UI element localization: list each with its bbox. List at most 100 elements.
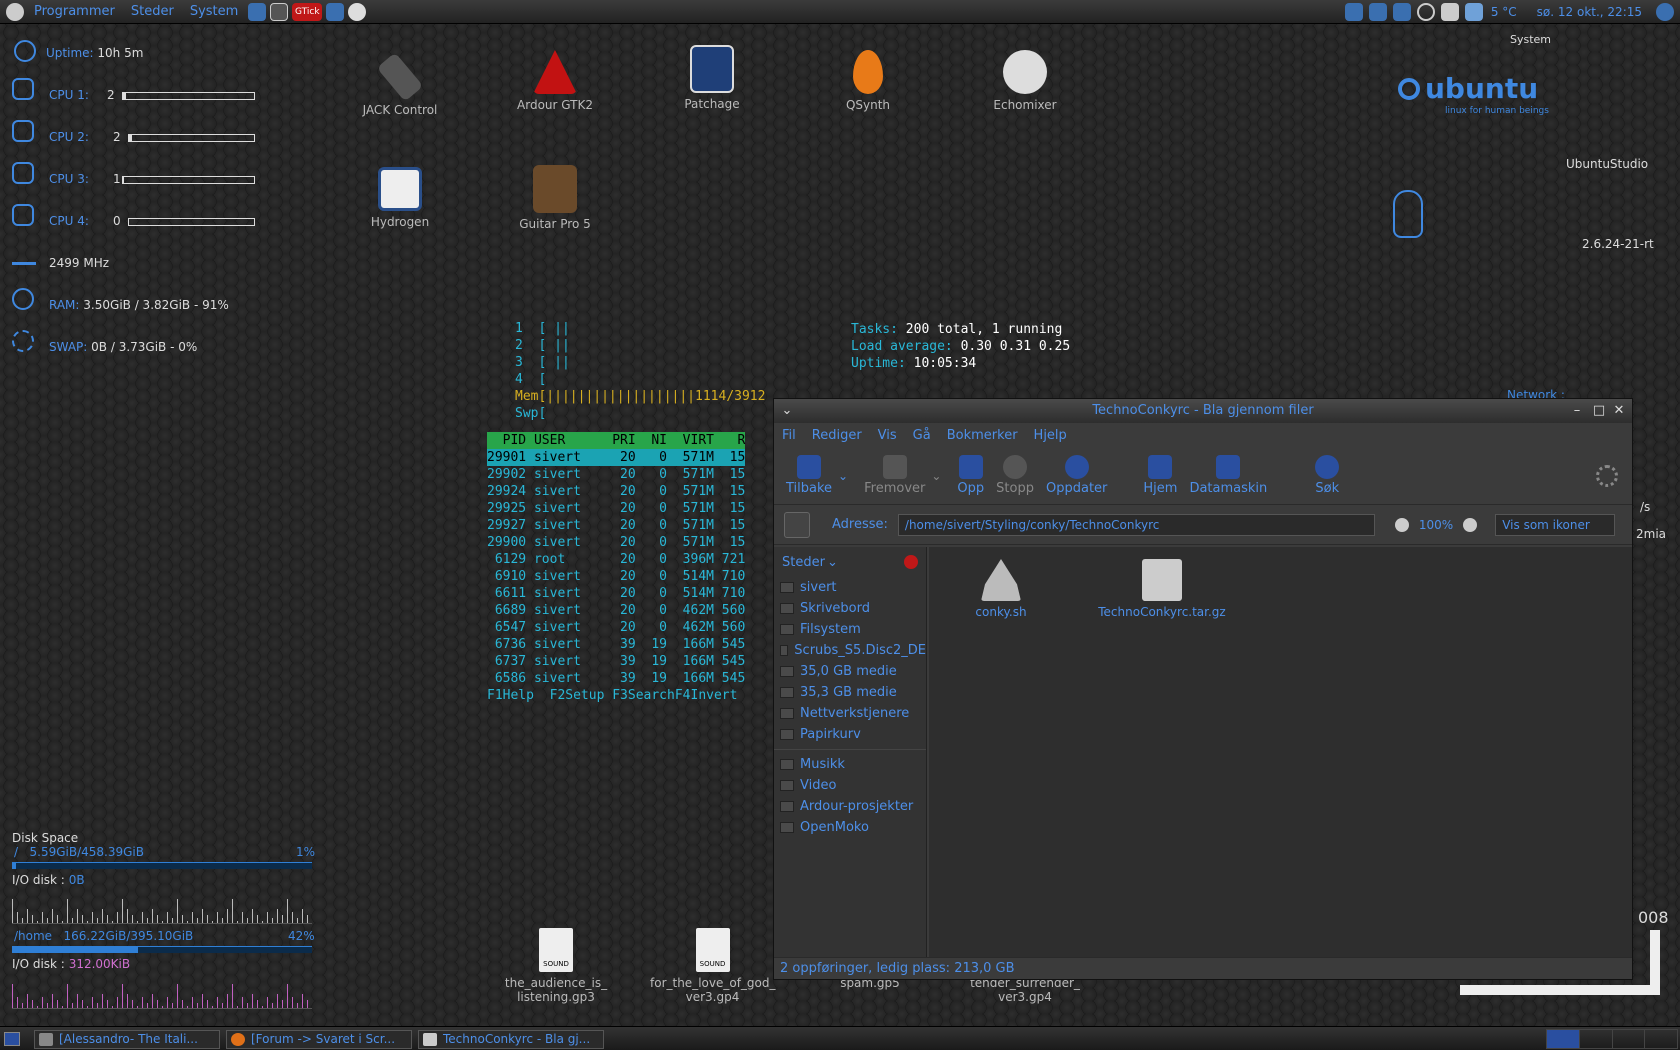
stop-button[interactable]: Stopp	[990, 455, 1040, 496]
echomixer-launcher-icon[interactable]	[348, 2, 367, 21]
menu-file[interactable]: Fil	[782, 428, 796, 443]
htop-process-row[interactable]: 29901 sivert 20 0 571M 15	[487, 449, 745, 466]
desktop-icon-ardour[interactable]: Ardour GTK2	[495, 50, 615, 112]
menu-help[interactable]: Hjelp	[1034, 428, 1067, 443]
sidebar-bookmark-item[interactable]: Ardour-prosjekter	[774, 796, 926, 817]
htop-process-row[interactable]: 29927 sivert 20 0 571M 15	[487, 517, 745, 534]
sidebar-place-item[interactable]: Scrubs_S5.Disc2_DE	[774, 640, 926, 661]
gtick-icon[interactable]: GTick	[292, 2, 323, 21]
sidebar-place-item[interactable]: Papirkurv	[774, 724, 926, 745]
desktop-icon-jack-control[interactable]: JACK Control	[340, 52, 460, 117]
task-button-1[interactable]: [Forum -> Svaret i Scr...	[226, 1030, 412, 1049]
htop-process-row[interactable]: 29900 sivert 20 0 571M 15	[487, 534, 745, 551]
menu-edit[interactable]: Rediger	[812, 428, 862, 443]
bluetooth-icon[interactable]	[1368, 3, 1387, 21]
reload-button[interactable]: Oppdater	[1040, 455, 1113, 496]
desktop-icon-hydrogen[interactable]: Hydrogen	[340, 167, 460, 229]
update-icon[interactable]	[1344, 3, 1363, 21]
htop-process-row[interactable]: 29902 sivert 20 0 571M 15	[487, 466, 745, 483]
sidebar-close-icon[interactable]	[904, 555, 918, 569]
workspace-switcher[interactable]	[1546, 1029, 1678, 1049]
shutdown-icon[interactable]	[1656, 3, 1674, 21]
desktop-file-love-of-god[interactable]: SOUND for_the_love_of_god_ ver3.gp4	[650, 928, 776, 1004]
file-manager-window[interactable]: ⌄ TechnoConkyrc - Bla gjennom filer – □ …	[773, 398, 1633, 980]
workspace-2[interactable]	[1580, 1030, 1613, 1048]
sidebar-bookmark-item[interactable]: Musikk	[774, 754, 926, 775]
firefox-launcher-icon[interactable]	[248, 2, 267, 21]
forward-history-chevron-icon[interactable]: ⌄	[931, 469, 941, 483]
window-titlebar[interactable]: ⌄ TechnoConkyrc - Bla gjennom filer – □ …	[774, 399, 1632, 423]
view-mode-select[interactable]: Vis som ikoner	[1495, 513, 1616, 536]
desktop-icon-echomixer[interactable]: Echomixer	[965, 50, 1085, 112]
window-menu-button[interactable]: ⌄	[778, 402, 796, 420]
address-input[interactable]: /home/sivert/Styling/conky/TechnoConkyrc	[897, 513, 1375, 536]
file-view[interactable]: conky.sh TechnoConkyrc.tar.gz	[929, 547, 1632, 959]
htop-process-row[interactable]: 6129 root 20 0 396M 721	[487, 551, 745, 568]
notes-icon[interactable]	[1440, 3, 1459, 21]
sidebar-place-item[interactable]: sivert	[774, 577, 926, 598]
desktop-icon-qsynth[interactable]: QSynth	[808, 50, 928, 112]
htop-process-row[interactable]: 6689 sivert 20 0 462M 560	[487, 602, 745, 619]
show-desktop-icon[interactable]	[4, 1032, 20, 1046]
sidebar-place-item[interactable]: Filsystem	[774, 619, 926, 640]
htop-process-row[interactable]: 6547 sivert 20 0 462M 560	[487, 619, 745, 636]
folder-icon	[780, 708, 794, 719]
close-button[interactable]: ✕	[1610, 402, 1628, 420]
workspace-4[interactable]	[1645, 1030, 1677, 1048]
back-history-chevron-icon[interactable]: ⌄	[838, 469, 848, 483]
maximize-button[interactable]: □	[1590, 402, 1608, 420]
htop-process-row[interactable]: 6910 sivert 20 0 514M 710	[487, 568, 745, 585]
htop-process-row[interactable]: 29924 sivert 20 0 571M 15	[487, 483, 745, 500]
search-button[interactable]: Søk	[1309, 455, 1345, 496]
htop-process-row[interactable]: 6736 sivert 39 19 166M 545	[487, 636, 745, 653]
menu-bookmarks[interactable]: Bokmerker	[947, 428, 1018, 443]
weather-temp[interactable]: 5 °C	[1487, 5, 1521, 19]
menu-applications[interactable]: Programmer	[26, 4, 123, 19]
gnome-foot-icon[interactable]	[6, 2, 24, 21]
sidebar-place-item[interactable]: 35,0 GB medie	[774, 661, 926, 682]
desktop-file-audience[interactable]: SOUND the_audience_is_ listening.gp3	[496, 928, 616, 1004]
computer-button[interactable]: Datamaskin	[1183, 455, 1273, 496]
desktop-file-tender-surrender[interactable]: tender_surrender_ ver3.gp4	[965, 976, 1085, 1004]
menu-places[interactable]: Steder	[123, 4, 182, 19]
sidebar-place-item[interactable]: Nettverkstjenere	[774, 703, 926, 724]
search-icon[interactable]	[1416, 3, 1435, 21]
home-button[interactable]: Hjem	[1137, 455, 1183, 496]
sidebar-title[interactable]: Steder	[782, 555, 825, 570]
user-icon[interactable]	[1392, 3, 1411, 21]
menu-go[interactable]: Gå	[913, 428, 931, 443]
sidebar-bookmark-item[interactable]: Video	[774, 775, 926, 796]
htop-process-row[interactable]: 29925 sivert 20 0 571M 15	[487, 500, 745, 517]
sidebar-bookmark-item[interactable]: OpenMoko	[774, 817, 926, 838]
task-button-2[interactable]: TechnoConkyrc - Bla gj...	[418, 1030, 604, 1049]
clock[interactable]: sø. 12 okt., 22:15	[1533, 5, 1646, 19]
htop-process-row[interactable]: 6611 sivert 20 0 514M 710	[487, 585, 745, 602]
htop-process-row[interactable]: 6737 sivert 39 19 166M 545	[487, 653, 745, 670]
patchage-launcher-icon[interactable]	[326, 2, 345, 21]
sidebar-dropdown-chevron-icon[interactable]: ⌄	[827, 555, 838, 570]
folder-icon	[780, 582, 794, 593]
task-button-0[interactable]: [Alessandro- The Itali...	[34, 1030, 220, 1049]
back-button[interactable]: Tilbake	[780, 455, 838, 496]
zoom-out-icon[interactable]	[1394, 517, 1409, 532]
menu-view[interactable]: Vis	[878, 428, 897, 443]
zoom-in-icon[interactable]	[1463, 517, 1478, 532]
menu-system[interactable]: System	[182, 4, 246, 19]
sidebar-place-item[interactable]: Skrivebord	[774, 598, 926, 619]
file-technoconkyrc-tar-gz[interactable]: TechnoConkyrc.tar.gz	[1087, 559, 1237, 619]
terminal-launcher-icon[interactable]	[270, 2, 289, 21]
sidebar-place-item[interactable]: 35,3 GB medie	[774, 682, 926, 703]
workspace-3[interactable]	[1613, 1030, 1646, 1048]
toggle-location-button[interactable]	[784, 511, 810, 538]
forward-button[interactable]: Fremover	[858, 455, 931, 496]
desktop-icon-patchage[interactable]: Patchage	[652, 45, 772, 111]
workspace-1[interactable]	[1547, 1030, 1580, 1048]
file-conky-sh[interactable]: conky.sh	[931, 559, 1071, 619]
up-button[interactable]: Opp	[951, 455, 990, 496]
htop-process-row[interactable]: 6586 sivert 39 19 166M 545	[487, 670, 745, 687]
minimize-button[interactable]: –	[1568, 402, 1586, 420]
weather-icon[interactable]	[1464, 3, 1483, 21]
desktop-icon-guitar-pro[interactable]: Guitar Pro 5	[495, 165, 615, 231]
desktop-file-spam[interactable]: spam.gp5	[810, 976, 930, 1006]
zoom-level[interactable]: 100%	[1419, 518, 1453, 532]
